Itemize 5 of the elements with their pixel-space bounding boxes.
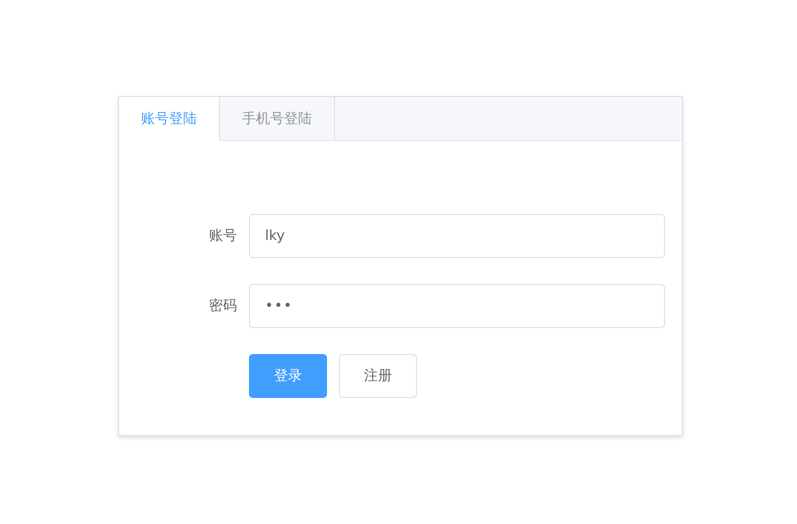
field-label: 账号 — [208, 227, 237, 245]
field-label: 密码 — [208, 297, 237, 315]
input-field[interactable]: lky — [249, 214, 665, 258]
register-button[interactable]: 注册 — [339, 354, 417, 398]
password-field[interactable]: ••• — [249, 284, 665, 328]
